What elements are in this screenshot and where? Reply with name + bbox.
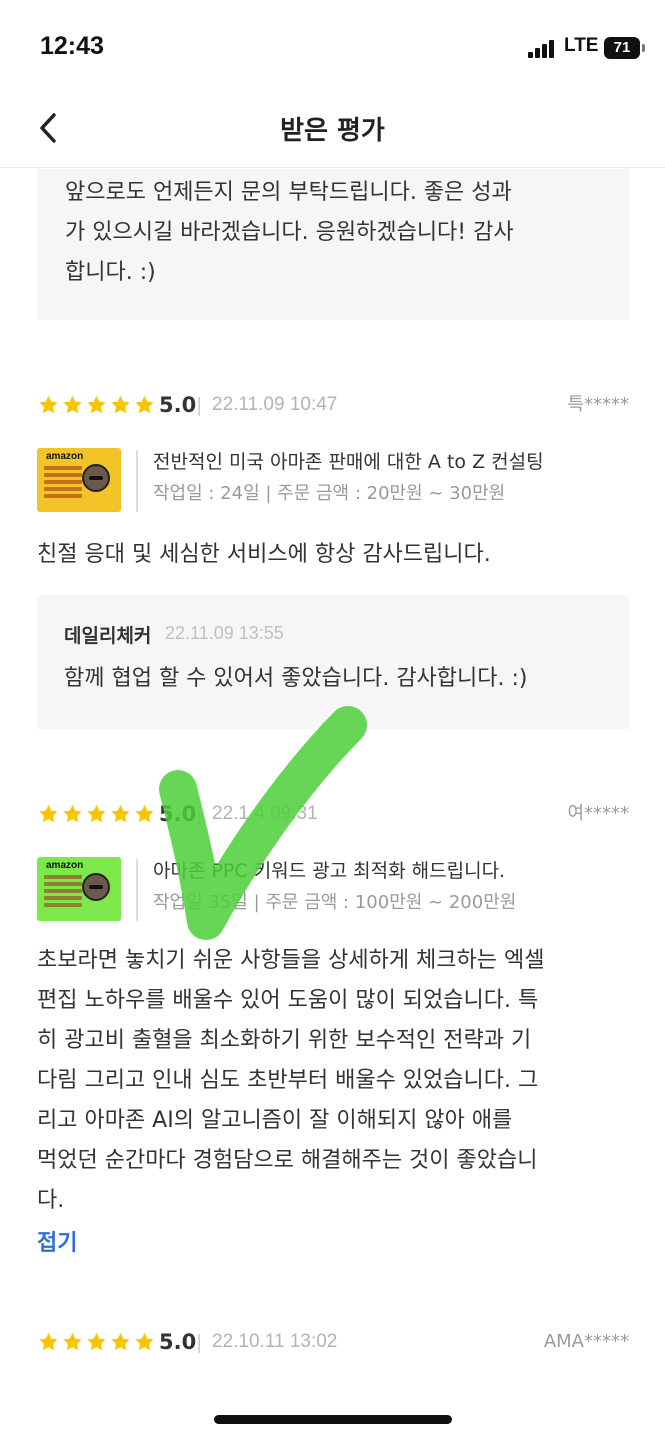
reviewer-name: 특***** — [567, 394, 629, 415]
divider — [136, 450, 138, 512]
seller-reply-box: 앞으로도 언제든지 문의 부탁드립니다. 좋은 성과 가 있으시길 바라겠습니다… — [37, 169, 629, 320]
star-icon — [39, 395, 58, 414]
collapse-link[interactable]: 접기 — [37, 1225, 77, 1257]
reviewer-name: AMA***** — [543, 1331, 629, 1352]
star-icon — [135, 804, 154, 823]
thumbnail-brand: amazon — [46, 451, 84, 462]
rating-value: 5.0 — [159, 802, 197, 826]
avatar — [82, 464, 110, 492]
seller-reply-text: 함께 협업 할 수 있어서 좋았습니다. 감사합니다. :) — [64, 666, 528, 691]
gig-meta: 작업일 : 24일 | 주문 금액 : 20만원 ~ 30만원 — [153, 483, 506, 504]
review-header: 5.0 | 22.1 4 09:31 여***** — [37, 799, 629, 829]
signal-icon — [528, 40, 554, 58]
gig-title: 아마존 PPC 키워드 광고 최적화 해드립니다. — [153, 860, 506, 882]
review-date: 22.11.09 10:47 — [212, 394, 338, 415]
star-icon — [63, 1332, 82, 1351]
seller-name: 데일리체커 — [64, 625, 152, 647]
star-icon — [39, 804, 58, 823]
rating-value: 5.0 — [159, 393, 197, 417]
gig-title: 전반적인 미국 아마존 판매에 대한 A to Z 컨설팅 — [153, 451, 544, 473]
nav-bar: 받은 평가 — [0, 96, 665, 168]
rating-value: 5.0 — [159, 1330, 197, 1354]
review-text-line: 먹었던 순간마다 경험담으로 해결해주는 것이 좋았습니 — [37, 1148, 538, 1173]
seller-reply-date: 22.11.09 13:55 — [165, 623, 284, 643]
review-text-line: 리고 아마존 AI의 알고니즘이 잘 이해되지 않아 애를 — [37, 1108, 513, 1133]
status-bar: 12:43 LTE 71 — [0, 0, 665, 96]
divider: | — [196, 394, 203, 416]
review-list[interactable]: 앞으로도 언제든지 문의 부탁드립니다. 좋은 성과 가 있으시길 바라겠습니다… — [0, 169, 665, 1409]
review-text-line: 편집 노하우를 배울수 있어 도움이 많이 되었습니다. 특 — [37, 988, 539, 1013]
star-icon — [111, 395, 130, 414]
star-icon — [87, 1332, 106, 1351]
divider: | — [196, 803, 203, 825]
review-date: 22.10.11 13:02 — [212, 1331, 338, 1352]
star-rating — [37, 1327, 157, 1357]
home-indicator[interactable] — [214, 1415, 452, 1424]
star-icon — [87, 804, 106, 823]
divider: | — [196, 1331, 203, 1353]
review-text: 초보라면 놓치기 쉬운 사항들을 상세하게 체크하는 엑셀 편집 노하우를 배울… — [37, 941, 637, 1221]
battery-icon: 71 — [604, 37, 645, 59]
seller-reply-line: 가 있으시길 바라겠습니다. 응원하겠습니다! 감사 — [65, 220, 514, 245]
gig-thumbnail: amazon — [37, 857, 121, 921]
gig-card[interactable]: amazon 아마존 PPC 키워드 광고 최적화 해드립니다. 작업일 35일… — [37, 857, 629, 923]
gig-meta: 작업일 35일 | 주문 금액 : 100만원 ~ 200만원 — [153, 892, 517, 913]
review-text-line: 초보라면 놓치기 쉬운 사항들을 상세하게 체크하는 엑셀 — [37, 948, 545, 973]
seller-reply-line: 합니다. :) — [65, 260, 156, 285]
star-icon — [63, 804, 82, 823]
review-header: 5.0 | 22.11.09 10:47 특***** — [37, 390, 629, 420]
star-icon — [63, 395, 82, 414]
thumbnail-brand: amazon — [46, 860, 84, 871]
review-text: 친절 응대 및 세심한 서비스에 항상 감사드립니다. — [37, 535, 637, 575]
avatar — [82, 873, 110, 901]
reviewer-name: 여***** — [567, 803, 629, 824]
star-rating — [37, 390, 157, 420]
star-icon — [111, 1332, 130, 1351]
star-rating — [37, 799, 157, 829]
star-icon — [111, 804, 130, 823]
page-title: 받은 평가 — [280, 116, 385, 146]
seller-reply-line: 앞으로도 언제든지 문의 부탁드립니다. 좋은 성과 — [65, 180, 512, 205]
gig-card[interactable]: amazon 전반적인 미국 아마존 판매에 대한 A to Z 컨설팅 작업일… — [37, 448, 629, 514]
check-mark-overlay — [159, 706, 367, 940]
review-date: 22.1 4 09:31 — [212, 803, 318, 824]
review-header: 5.0 | 22.10.11 13:02 AMA***** — [37, 1327, 629, 1357]
review-text-line: 다림 그리고 인내 심도 초반부터 배울수 있었습니다. 그 — [37, 1068, 539, 1093]
gig-thumbnail: amazon — [37, 448, 121, 512]
divider — [136, 859, 138, 921]
star-icon — [87, 395, 106, 414]
review-text-line: 친절 응대 및 세심한 서비스에 항상 감사드립니다. — [37, 542, 491, 567]
network-label: LTE — [564, 35, 599, 56]
review-text-line: 다. — [37, 1188, 65, 1213]
star-icon — [135, 1332, 154, 1351]
star-icon — [135, 395, 154, 414]
status-time: 12:43 — [40, 32, 104, 60]
star-icon — [39, 1332, 58, 1351]
seller-reply-box: 데일리체커 22.11.09 13:55 함께 협업 할 수 있어서 좋았습니다… — [37, 595, 629, 729]
review-text-line: 히 광고비 출혈을 최소화하기 위한 보수적인 전략과 기 — [37, 1028, 532, 1053]
